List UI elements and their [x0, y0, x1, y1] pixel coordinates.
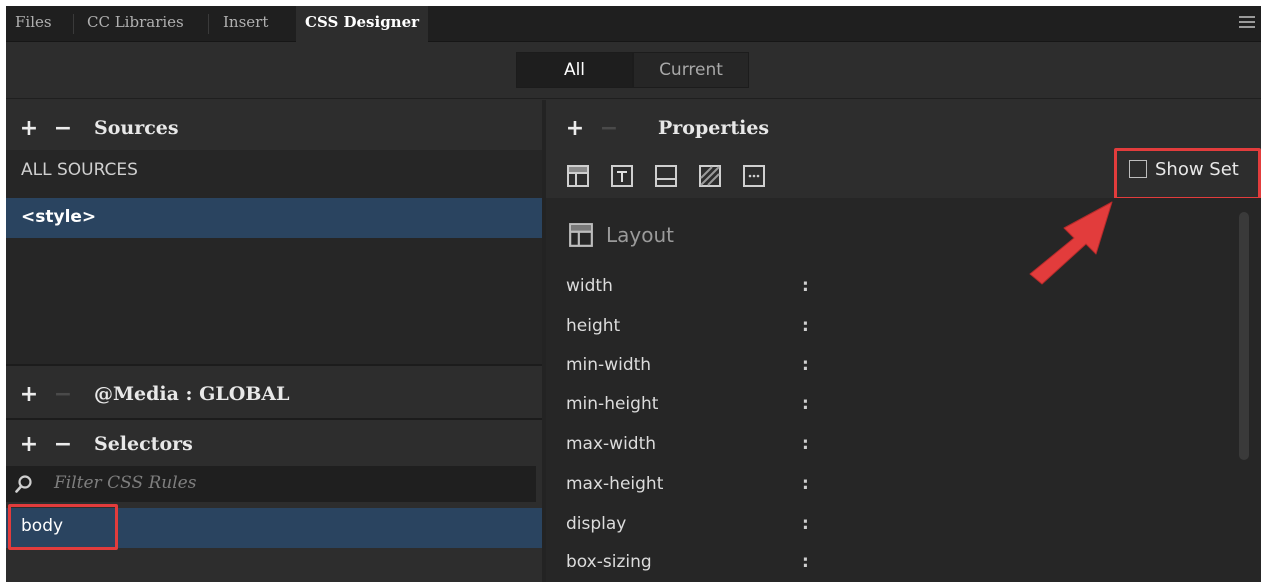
panel-tab-bar: Files CC Libraries Insert CSS Designer: [6, 6, 1261, 43]
property-name: display: [566, 514, 627, 534]
property-row-max-width[interactable]: max-width :: [566, 426, 1216, 466]
property-row-min-height[interactable]: min-height :: [566, 386, 1216, 426]
background-icon[interactable]: [698, 164, 722, 188]
filter-placeholder: Filter CSS Rules: [54, 473, 197, 493]
property-name: max-height: [566, 474, 664, 494]
property-colon: :: [802, 394, 809, 414]
property-row-height[interactable]: height :: [566, 308, 1216, 348]
tab-divider: [208, 14, 209, 34]
selectors-title: Selectors: [94, 433, 193, 455]
add-media-button[interactable]: +: [12, 382, 46, 407]
tab-cc-libraries[interactable]: CC Libraries: [78, 6, 193, 42]
remove-selector-button[interactable]: −: [46, 432, 80, 457]
add-property-button[interactable]: +: [558, 116, 592, 141]
left-column: + − Sources ALL SOURCES <style> + − @Med…: [6, 100, 542, 582]
property-name: width: [566, 276, 613, 296]
text-icon[interactable]: [610, 164, 634, 188]
property-colon: :: [802, 276, 809, 296]
layout-icon[interactable]: [566, 164, 590, 188]
property-name: max-width: [566, 434, 657, 454]
show-set-highlight-box: [1114, 148, 1261, 200]
property-colon: :: [802, 355, 809, 375]
toggle-current-button[interactable]: Current: [633, 52, 749, 88]
add-selector-button[interactable]: +: [12, 432, 46, 457]
property-name: height: [566, 316, 621, 336]
media-header: + − @Media : GLOBAL: [12, 372, 290, 416]
sources-header: + − Sources: [12, 106, 179, 150]
selectors-header: + − Selectors: [12, 422, 193, 466]
property-row-max-height[interactable]: max-height :: [566, 466, 1216, 506]
property-row-box-sizing[interactable]: box-sizing :: [566, 544, 1216, 582]
tab-divider: [73, 14, 74, 34]
search-icon: [15, 475, 32, 493]
body-highlight-box: [8, 504, 118, 550]
source-item-label: <style>: [21, 207, 97, 227]
property-name: box-sizing: [566, 552, 652, 572]
more-icon[interactable]: [742, 164, 766, 188]
right-column: + − Properties Show Set Layout width: h…: [546, 100, 1261, 582]
css-designer-panel: Files CC Libraries Insert CSS Designer A…: [6, 6, 1261, 582]
tab-css-designer[interactable]: CSS Designer: [296, 6, 429, 43]
properties-header: + − Properties: [558, 106, 769, 150]
add-source-button[interactable]: +: [12, 116, 46, 141]
property-name: min-height: [566, 394, 659, 414]
property-row-min-width[interactable]: min-width :: [566, 347, 1216, 387]
property-colon: :: [802, 316, 809, 336]
all-sources-item[interactable]: ALL SOURCES: [21, 160, 138, 180]
property-colon: :: [802, 552, 809, 572]
sources-title: Sources: [94, 117, 179, 139]
source-item-style[interactable]: <style>: [6, 198, 542, 238]
properties-scrollbar[interactable]: [1239, 212, 1249, 460]
layout-icon: [569, 223, 593, 247]
media-title: @Media : GLOBAL: [94, 383, 290, 405]
property-colon: :: [802, 474, 809, 494]
tab-insert[interactable]: Insert: [214, 6, 277, 42]
tab-files[interactable]: Files: [6, 6, 61, 42]
remove-property-button: −: [599, 115, 619, 141]
properties-list: Layout width : height : min-width : min-…: [546, 198, 1261, 582]
filter-css-rules-input[interactable]: Filter CSS Rules: [6, 466, 536, 502]
remove-source-button[interactable]: −: [46, 116, 80, 141]
property-name: min-width: [566, 355, 652, 375]
border-icon[interactable]: [654, 164, 678, 188]
remove-media-button: −: [53, 381, 73, 407]
layout-section-label: Layout: [606, 223, 674, 247]
property-category-icons: [566, 164, 766, 192]
sources-list: ALL SOURCES <style>: [6, 150, 542, 364]
layout-section-header[interactable]: Layout: [568, 222, 674, 248]
properties-title: Properties: [658, 117, 770, 139]
view-toggle-bar: All Current: [6, 43, 1261, 99]
section-divider: [6, 364, 542, 366]
property-colon: :: [802, 434, 809, 454]
section-divider: [6, 418, 542, 420]
arrow-annotation: [1029, 201, 1113, 285]
menu-icon[interactable]: [1239, 16, 1255, 30]
toggle-all-button[interactable]: All: [516, 52, 633, 88]
property-colon: :: [802, 514, 809, 534]
property-row-display[interactable]: display :: [566, 506, 1216, 546]
